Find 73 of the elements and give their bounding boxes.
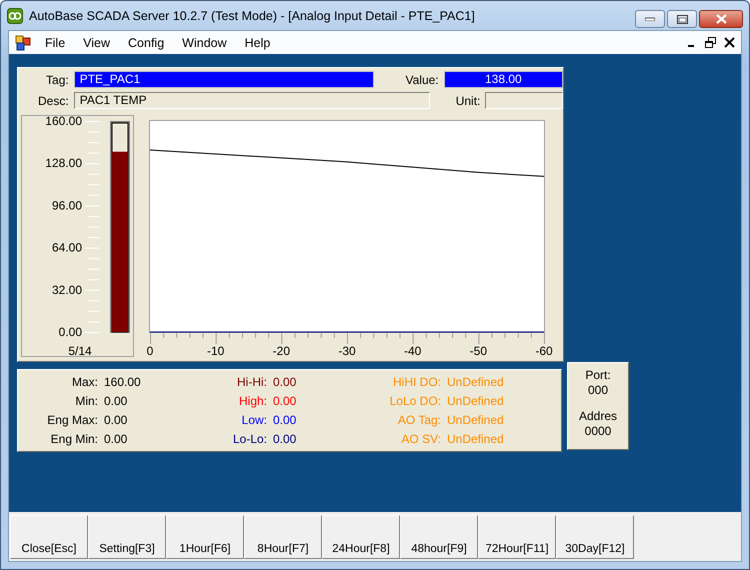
- toolbar-button[interactable]: 30Day[F12]: [556, 515, 634, 559]
- unit-label: Unit:: [454, 94, 480, 108]
- port-label: Port:: [585, 368, 611, 383]
- menu-item[interactable]: Help: [236, 36, 280, 50]
- close-button[interactable]: [699, 10, 743, 28]
- toolbar-button[interactable]: 1Hour[F6]: [166, 515, 244, 559]
- limit-label: Eng Max:: [46, 413, 98, 428]
- menu-item[interactable]: Config: [119, 36, 174, 50]
- toolbar-button[interactable]: 72Hour[F11]: [478, 515, 556, 559]
- close-icon: [716, 14, 726, 24]
- window-icon: [15, 34, 31, 50]
- limit-value: UnDefined: [447, 394, 505, 409]
- limit-label: AO SV:: [400, 432, 441, 447]
- maximize-icon: [676, 14, 688, 24]
- limit-value: 0.00: [273, 413, 298, 428]
- limit-label: HiHI DO:: [392, 375, 441, 390]
- toolbar-button[interactable]: Setting[F3]: [88, 515, 166, 559]
- date-label: 5/14: [68, 344, 92, 358]
- x-tick-label: -10: [207, 344, 224, 358]
- toolbar-button[interactable]: 24Hour[F8]: [322, 515, 400, 559]
- limit-value: 0.00: [104, 394, 128, 409]
- y-tick-label: 0.00: [58, 325, 82, 339]
- limit-value: 0.00: [273, 394, 298, 409]
- x-tick-label: -40: [404, 344, 422, 358]
- limit-value: UnDefined: [447, 432, 505, 447]
- limit-label: Max:: [70, 375, 98, 390]
- menu-item[interactable]: File: [36, 36, 74, 50]
- limit-label: High:: [238, 394, 267, 409]
- limit-value: 160.00: [104, 375, 142, 390]
- limit-value: 0.00: [104, 413, 128, 428]
- limit-label: Min:: [74, 394, 98, 409]
- x-tick-label: 0: [146, 344, 154, 358]
- toolbar-button[interactable]: 48hour[F9]: [400, 515, 478, 559]
- value-label: Value:: [404, 72, 439, 86]
- minimize-button[interactable]: [635, 10, 665, 28]
- limit-label: LoLo DO:: [388, 394, 441, 409]
- x-tick-label: -30: [338, 344, 356, 358]
- limit-value: 0.00: [273, 432, 298, 447]
- limit-value: 0.00: [104, 432, 128, 447]
- limit-label: Lo-Lo:: [232, 432, 267, 447]
- port-value: 000: [588, 383, 608, 398]
- tag-field: PTE_PAC1: [74, 71, 374, 88]
- x-tick-label: -60: [535, 344, 553, 358]
- desc-field: PAC1 TEMP: [74, 92, 430, 109]
- app-icon: [7, 8, 23, 24]
- minimize-icon: [645, 17, 655, 21]
- value-field: 138.00: [444, 71, 563, 88]
- restore-icon[interactable]: [705, 37, 716, 48]
- x-tick-label: -20: [272, 344, 290, 358]
- x-tick-label: -50: [470, 344, 487, 358]
- window-title: AutoBase SCADA Server 10.2.7 (Test Mode) - [Analog Input Detail - PTE_PAC1]: [29, 8, 476, 22]
- limit-value: 0.00: [273, 375, 298, 390]
- desc-label: Desc:: [37, 94, 69, 108]
- address-value: 0000: [584, 424, 612, 439]
- tag-label: Tag:: [45, 72, 69, 86]
- maximize-button[interactable]: [667, 10, 697, 28]
- menu-item[interactable]: View: [74, 36, 120, 50]
- toolbar-button[interactable]: Close[Esc]: [10, 515, 88, 559]
- menu-item[interactable]: Window: [173, 36, 236, 50]
- limit-label: AO Tag:: [396, 413, 441, 428]
- limit-label: Eng Min:: [50, 432, 98, 447]
- y-tick-label: 160.00: [45, 115, 82, 128]
- limit-value: UnDefined: [447, 375, 505, 390]
- y-tick-label: 32.00: [52, 282, 82, 297]
- y-tick-label: 128.00: [45, 156, 82, 170]
- limit-label: Low:: [240, 413, 267, 428]
- y-tick-label: 64.00: [52, 240, 82, 255]
- limit-value: UnDefined: [447, 413, 505, 428]
- limit-label: Hi-Hi:: [236, 375, 267, 390]
- y-tick-label: 96.00: [52, 198, 82, 212]
- toolbar-button[interactable]: 8Hour[F7]: [244, 515, 322, 559]
- close-icon[interactable]: [724, 37, 735, 48]
- address-label: Addres: [578, 409, 618, 424]
